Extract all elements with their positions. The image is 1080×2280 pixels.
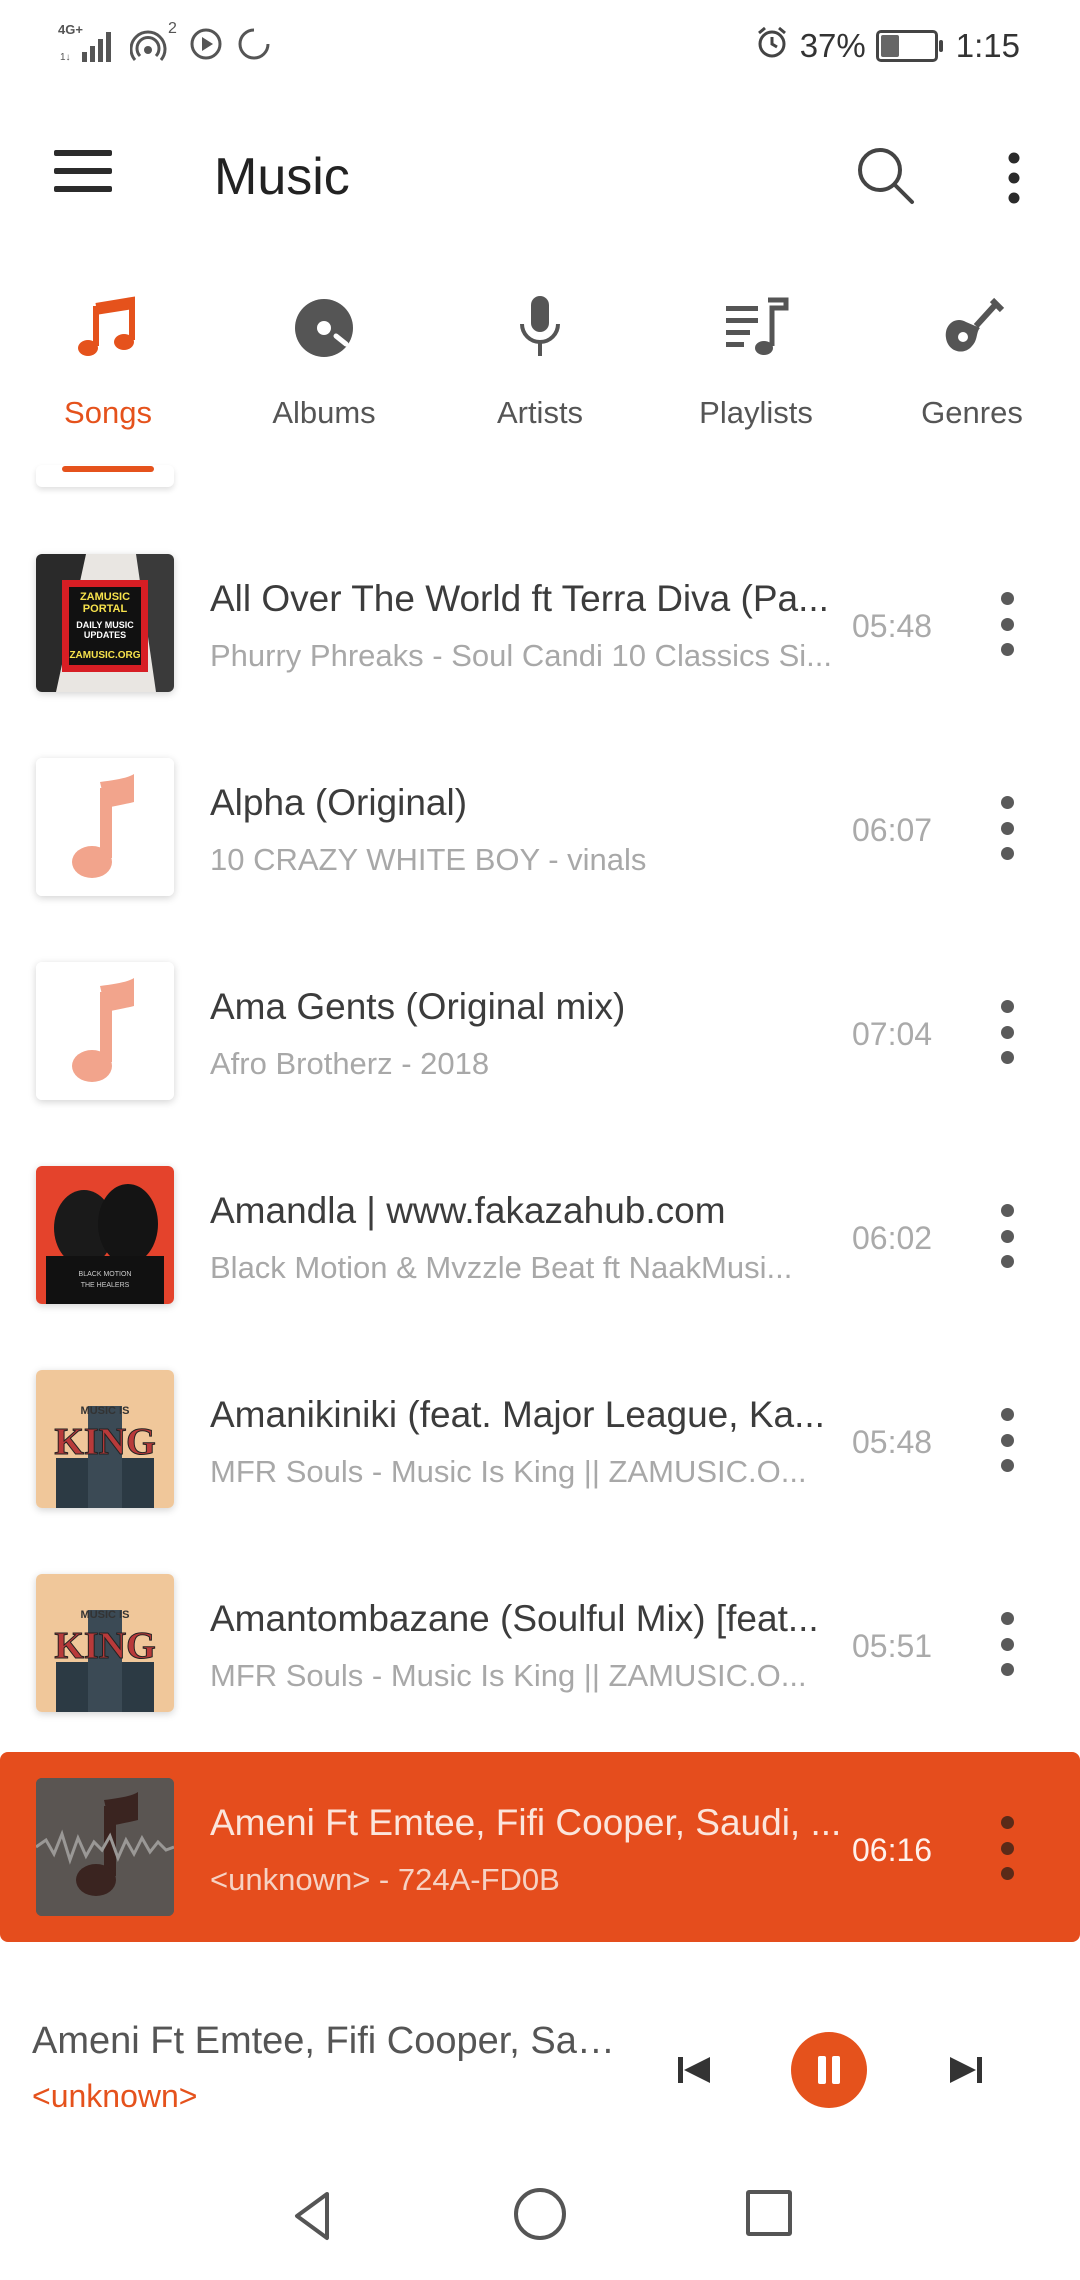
song-title: Amantombazane (Soulful Mix) [feat...: [210, 1598, 819, 1639]
song-title: Ameni Ft Emtee, Fifi Cooper, Saudi, ...: [210, 1802, 842, 1843]
art-text: BLACK MOTION: [79, 1271, 132, 1278]
song-options-icon[interactable]: [990, 592, 1024, 656]
song-subtitle: Afro Brotherz - 2018: [210, 1046, 490, 1081]
tab-label: Songs: [64, 395, 152, 430]
song-subtitle: <unknown> - 724A-FD0B: [210, 1862, 560, 1897]
song-subtitle: MFR Souls - Music Is King || ZAMUSIC.O..…: [210, 1658, 807, 1693]
art-text: KING: [54, 1625, 155, 1667]
song-duration: 06:02: [852, 1220, 933, 1256]
song-duration: 06:16: [852, 1832, 933, 1868]
song-row[interactable]: MUSIC IS KING Amanikiniki (feat. Major L…: [0, 1338, 1080, 1542]
mini-player[interactable]: Ameni Ft Emtee, Fifi Cooper, Sau... <unk…: [0, 1950, 1080, 2160]
status-left-icons: 4G+ 1↓ 2: [58, 20, 272, 70]
tab-songs[interactable]: Songs: [0, 280, 216, 480]
art-text: DAILY MUSIC: [76, 620, 134, 630]
song-subtitle: 10 CRAZY WHITE BOY - vinals: [210, 842, 647, 877]
pause-button[interactable]: [791, 2032, 867, 2108]
play-status-icon: [188, 26, 224, 67]
song-duration: 06:07: [852, 812, 933, 848]
menu-icon[interactable]: [54, 150, 112, 198]
search-icon[interactable]: [852, 142, 922, 212]
song-subtitle: Black Motion & Mvzzle Beat ft NaakMusi..…: [210, 1250, 793, 1285]
category-tabs: Songs Albums Artists Playlists Genres: [0, 280, 1080, 480]
hotspot-badge: 2: [168, 20, 177, 37]
song-subtitle: MFR Souls - Music Is King || ZAMUSIC.O..…: [210, 1454, 807, 1489]
song-duration: 05:48: [852, 608, 933, 644]
song-row-now-playing[interactable]: Ameni Ft Emtee, Fifi Cooper, Saudi, ... …: [0, 1752, 1080, 1942]
art-text: ZAMUSIC: [80, 591, 130, 603]
album-art-playing: [36, 1778, 174, 1916]
song-options-icon[interactable]: [990, 796, 1024, 860]
alarm-icon: [754, 24, 790, 68]
song-row[interactable]: ZAMUSIC PORTAL DAILY MUSIC UPDATES ZAMUS…: [0, 522, 1080, 726]
album-art: BLACK MOTION THE HEALERS: [36, 1166, 174, 1304]
disc-icon: [288, 292, 360, 364]
next-track-icon[interactable]: [940, 2045, 990, 2095]
song-row[interactable]: BLACK MOTION THE HEALERS Amandla | www.f…: [0, 1134, 1080, 1338]
album-art: MUSIC IS KING: [36, 1370, 174, 1508]
now-playing-artist: <unknown>: [32, 2078, 198, 2114]
tab-indicator: [62, 466, 154, 472]
song-title: Amanikiniki (feat. Major League, Ka...: [210, 1394, 825, 1435]
song-title: Alpha (Original): [210, 782, 468, 823]
clock: 1:15: [955, 27, 1020, 64]
sync-icon: [236, 26, 272, 67]
status-bar: 4G+ 1↓ 2 37% 1:15: [0, 0, 1080, 92]
art-text: KING: [54, 1421, 155, 1463]
song-options-icon[interactable]: [990, 1816, 1024, 1880]
album-art-placeholder: [36, 758, 174, 896]
nav-back-icon[interactable]: [283, 2184, 347, 2248]
tab-label: Artists: [496, 395, 584, 430]
guitar-icon: [936, 292, 1008, 364]
now-playing-title: Ameni Ft Emtee, Fifi Cooper, Sau...: [32, 2020, 617, 2062]
system-nav-bar: [0, 2160, 1080, 2280]
battery-icon: [875, 30, 943, 62]
tab-artists[interactable]: Artists: [432, 280, 648, 480]
song-options-icon[interactable]: [990, 1204, 1024, 1268]
song-title: Amandla | www.fakazahub.com: [210, 1190, 726, 1231]
album-art: ZAMUSIC PORTAL DAILY MUSIC UPDATES ZAMUS…: [36, 554, 174, 692]
song-duration: 05:51: [852, 1628, 933, 1664]
song-subtitle: Phurry Phreaks - Soul Candi 10 Classics …: [210, 638, 832, 673]
svg-text:1↓: 1↓: [60, 52, 71, 63]
microphone-icon: [504, 292, 576, 364]
song-duration: 05:48: [852, 1424, 933, 1460]
song-options-icon[interactable]: [990, 1000, 1024, 1064]
album-art-placeholder: [36, 962, 174, 1100]
song-row[interactable]: Ama Gents (Original mix) Afro Brotherz -…: [0, 930, 1080, 1134]
song-title: All Over The World ft Terra Diva (Pa...: [210, 578, 829, 619]
art-text: UPDATES: [84, 630, 126, 640]
signal-icon: 4G+ 1↓: [58, 22, 118, 66]
hotspot-icon: 2: [129, 20, 177, 66]
tab-label: Playlists: [699, 395, 813, 430]
song-duration: 07:04: [852, 1016, 933, 1052]
song-row[interactable]: Alpha (Original) 10 CRAZY WHITE BOY - vi…: [0, 726, 1080, 930]
song-options-icon[interactable]: [990, 1408, 1024, 1472]
nav-recents-icon[interactable]: [746, 2190, 792, 2236]
art-text: MUSIC IS: [81, 1609, 130, 1621]
art-text: MUSIC IS: [81, 1405, 130, 1417]
battery-percent: 37%: [799, 27, 866, 64]
previous-track-icon[interactable]: [670, 2045, 720, 2095]
song-title: Ama Gents (Original mix): [210, 986, 626, 1027]
overflow-menu-icon[interactable]: [994, 144, 1034, 214]
status-right: 37% 1:15: [754, 22, 1020, 70]
art-text: ZAMUSIC.ORG: [69, 650, 140, 661]
tab-genres[interactable]: Genres: [864, 280, 1080, 480]
music-note-icon: [72, 292, 144, 364]
nav-home-icon[interactable]: [514, 2188, 566, 2240]
tab-label: Genres: [921, 395, 1023, 430]
playlist-icon: [720, 292, 792, 364]
tab-label: Albums: [272, 395, 376, 430]
app-toolbar: Music: [0, 92, 1080, 262]
song-row[interactable]: MUSIC IS KING Amantombazane (Soulful Mix…: [0, 1542, 1080, 1746]
tab-playlists[interactable]: Playlists: [648, 280, 864, 480]
song-options-icon[interactable]: [990, 1612, 1024, 1676]
tab-albums[interactable]: Albums: [216, 280, 432, 480]
art-text: PORTAL: [83, 603, 128, 615]
page-title: Music: [214, 148, 350, 206]
art-text: THE HEALERS: [81, 1282, 130, 1289]
album-art: MUSIC IS KING: [36, 1574, 174, 1712]
